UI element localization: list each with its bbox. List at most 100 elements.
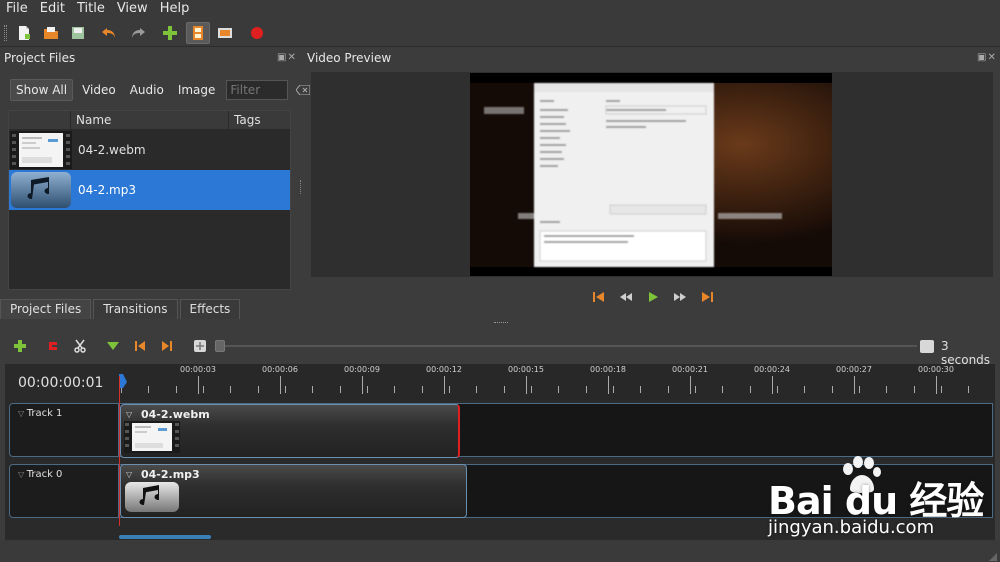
timeline-clip-mp3[interactable]: ▽ 04-2.mp3 bbox=[120, 464, 467, 518]
ruler-major-tick bbox=[198, 376, 199, 394]
clip-menu-icon[interactable]: ▽ bbox=[126, 470, 132, 479]
snapping-button[interactable] bbox=[42, 336, 64, 356]
ruler-tick bbox=[175, 386, 177, 393]
watermark-url: jingyan.baidu.com bbox=[768, 517, 935, 538]
fullscreen-icon bbox=[218, 28, 232, 38]
rewind-button[interactable] bbox=[612, 287, 639, 307]
tags-column-header[interactable]: Tags bbox=[229, 111, 290, 129]
zoom-icon bbox=[920, 340, 934, 353]
ruler-label: 00:00:21 bbox=[672, 365, 708, 374]
playhead-line[interactable] bbox=[119, 376, 120, 526]
tab-transitions[interactable]: Transitions bbox=[93, 299, 178, 319]
filter-image-button[interactable]: Image bbox=[173, 80, 221, 100]
clear-filter-icon[interactable] bbox=[296, 85, 311, 95]
ruler-major-tick bbox=[936, 376, 937, 394]
add-track-button[interactable] bbox=[9, 336, 31, 356]
zoom-slider-handle[interactable] bbox=[215, 340, 225, 352]
new-project-button[interactable] bbox=[12, 22, 36, 44]
fast-forward-button[interactable] bbox=[666, 287, 693, 307]
timeline-clip-webm[interactable]: ▽ 04-2.webm bbox=[120, 404, 460, 458]
ruler-label: 00:00:03 bbox=[180, 365, 216, 374]
fullscreen-button[interactable] bbox=[213, 22, 237, 44]
track-header-1[interactable]: ▽ Track 1 bbox=[9, 403, 119, 457]
menu-help[interactable]: Help bbox=[154, 0, 196, 18]
filter-video-button[interactable]: Video bbox=[77, 80, 121, 100]
ruler-major-tick bbox=[280, 376, 281, 394]
play-button[interactable] bbox=[639, 287, 666, 307]
ruler-tick bbox=[339, 386, 341, 393]
tab-effects[interactable]: Effects bbox=[179, 299, 241, 319]
baidu-watermark: Bai du 经验 jingyan.baidu.com bbox=[762, 455, 994, 545]
menu-title[interactable]: Title bbox=[71, 0, 111, 18]
ruler-tick bbox=[941, 386, 942, 393]
open-project-button[interactable] bbox=[39, 22, 63, 44]
ruler-major-tick bbox=[526, 376, 527, 394]
video-preview-title: Video Preview bbox=[307, 51, 392, 65]
video-thumbnail-icon bbox=[10, 131, 72, 169]
timeline-ruler[interactable]: 00:00:03 00:00:06 00:00:09 00:00:12 00:00:15… bbox=[119, 364, 995, 400]
ruler-tick bbox=[913, 386, 915, 393]
menu-edit[interactable]: Edit bbox=[34, 0, 71, 18]
ruler-major-tick bbox=[444, 376, 445, 394]
undo-button[interactable] bbox=[97, 22, 121, 44]
ruler-tick bbox=[476, 386, 478, 393]
plus-icon bbox=[163, 26, 177, 40]
clip-menu-icon[interactable]: ▽ bbox=[126, 410, 132, 419]
next-marker-button[interactable] bbox=[156, 336, 178, 356]
ruler-tick bbox=[449, 386, 450, 393]
name-column-header[interactable]: Name bbox=[71, 111, 229, 129]
tab-project-files[interactable]: Project Files bbox=[0, 299, 92, 319]
add-marker-button[interactable] bbox=[102, 336, 124, 356]
jump-start-button[interactable] bbox=[585, 287, 612, 307]
preview-dock-controls[interactable]: ▣✕ bbox=[977, 52, 997, 63]
splitter-handle-horizontal[interactable] bbox=[494, 322, 508, 325]
filter-audio-button[interactable]: Audio bbox=[125, 80, 169, 100]
file-row-webm[interactable]: 04-2.webm bbox=[9, 130, 290, 170]
ruler-tick bbox=[257, 386, 259, 393]
file-row-mp3[interactable]: 04-2.mp3 bbox=[9, 170, 290, 210]
ruler-major-tick bbox=[690, 376, 691, 394]
ruler-major-tick bbox=[362, 376, 363, 394]
ruler-tick bbox=[421, 386, 423, 393]
ruler-major-tick bbox=[772, 376, 773, 394]
menu-file[interactable]: File bbox=[0, 0, 34, 18]
save-project-button[interactable] bbox=[66, 22, 90, 44]
ruler-tick bbox=[968, 386, 970, 393]
splitter-handle[interactable] bbox=[300, 180, 303, 194]
play-icon bbox=[648, 292, 658, 302]
video-frame-image bbox=[470, 73, 832, 276]
resize-grip-icon[interactable] bbox=[988, 552, 998, 562]
previous-marker-button[interactable] bbox=[129, 336, 151, 356]
zoom-slider-track[interactable] bbox=[217, 345, 917, 347]
fast-forward-icon bbox=[673, 293, 686, 301]
redo-icon bbox=[132, 28, 145, 38]
import-files-button[interactable] bbox=[158, 22, 182, 44]
timeline-horizontal-scrollbar[interactable] bbox=[119, 535, 211, 539]
redo-button[interactable] bbox=[126, 22, 150, 44]
center-icon bbox=[194, 340, 206, 352]
undo-icon bbox=[102, 28, 115, 38]
jump-end-button[interactable] bbox=[693, 287, 720, 307]
filter-input[interactable] bbox=[226, 80, 289, 100]
toolbar-grip[interactable] bbox=[4, 25, 7, 41]
project-files-table: Name Tags 04-2.webm 04-2.mp3 bbox=[8, 110, 291, 290]
razor-button[interactable] bbox=[69, 336, 91, 356]
center-timeline-button[interactable] bbox=[189, 336, 211, 356]
ruler-tick bbox=[367, 386, 368, 393]
ruler-tick bbox=[640, 386, 642, 393]
menu-bar: File Edit Title View Help bbox=[0, 0, 1000, 18]
rewind-icon bbox=[619, 293, 632, 301]
marker-icon bbox=[107, 342, 119, 350]
choose-profile-button[interactable] bbox=[186, 22, 210, 44]
ruler-tick bbox=[859, 386, 860, 393]
project-files-title: Project Files bbox=[4, 51, 76, 65]
panel-dock-controls[interactable]: ▣✕ bbox=[277, 52, 297, 63]
menu-view[interactable]: View bbox=[111, 0, 154, 18]
filter-show-all-button[interactable]: Show All bbox=[10, 79, 74, 101]
export-video-button[interactable] bbox=[245, 22, 269, 44]
file-name: 04-2.webm bbox=[78, 143, 146, 157]
save-icon bbox=[72, 27, 84, 39]
track-header-0[interactable]: ▽ Track 0 bbox=[9, 464, 119, 518]
ruler-label: 00:00:12 bbox=[426, 365, 462, 374]
track-name: ▽ Track 0 bbox=[18, 469, 63, 480]
